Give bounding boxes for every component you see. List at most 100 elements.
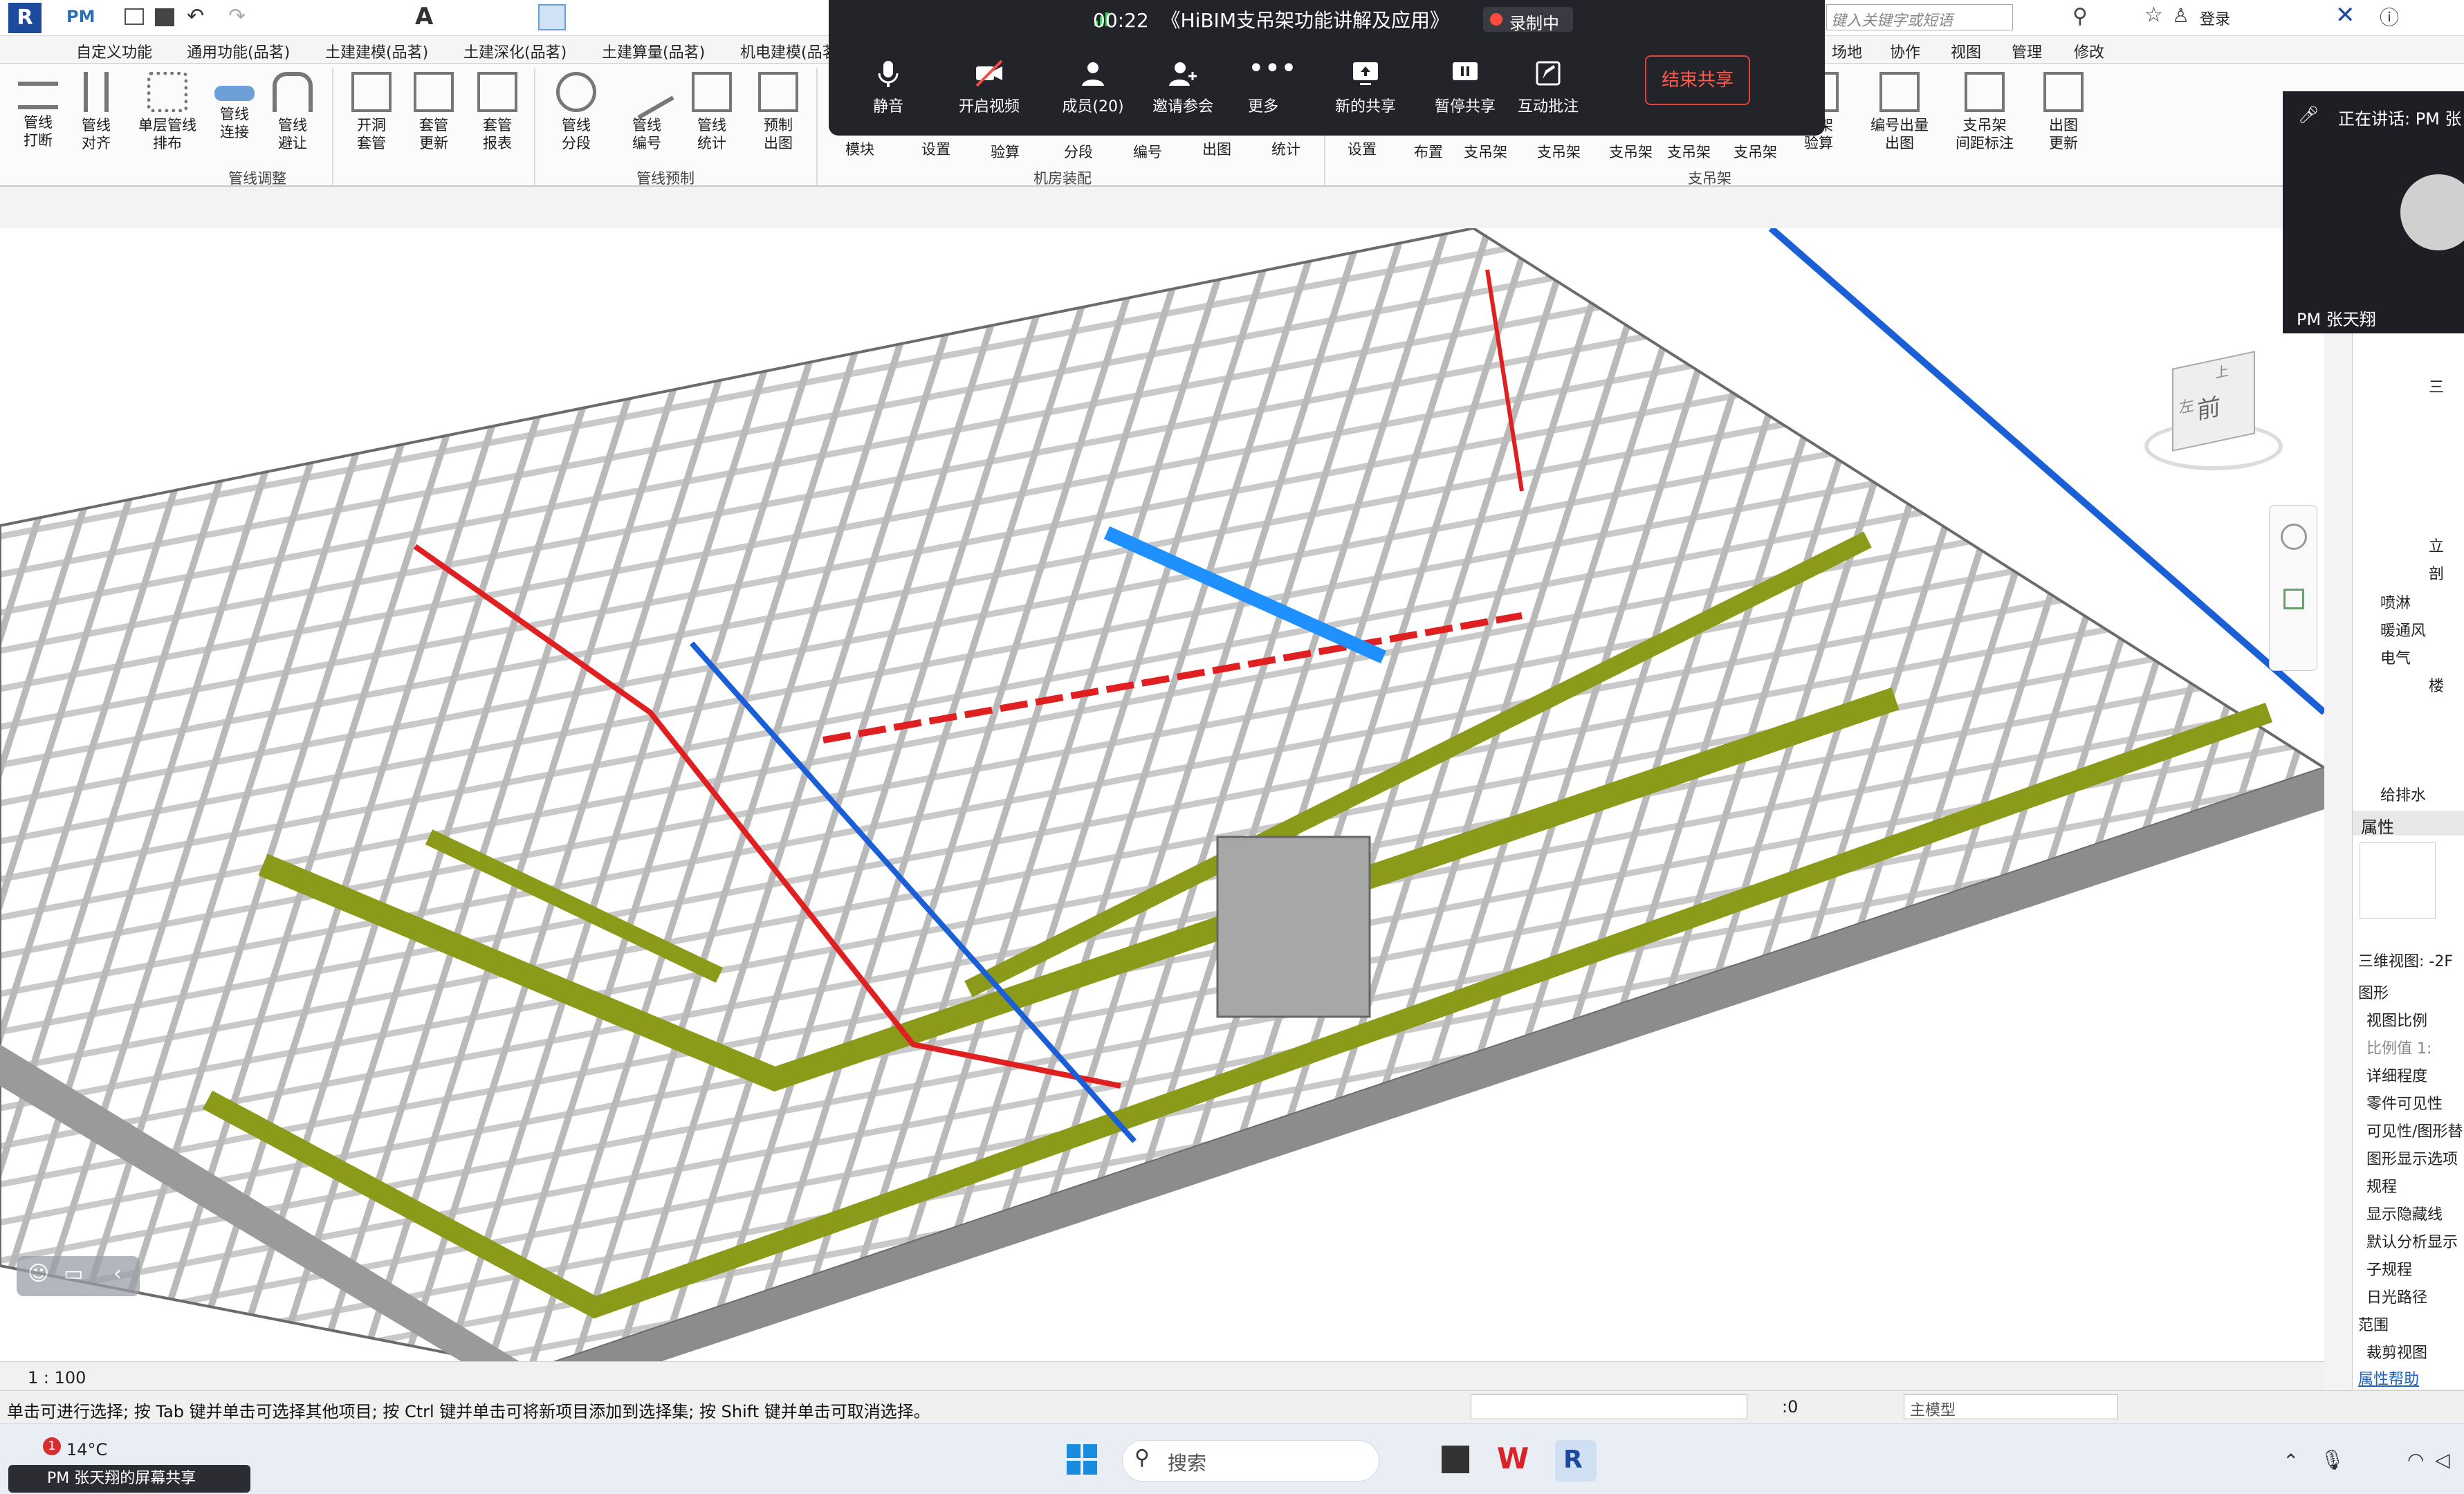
end-share-button[interactable]: 结束共享 bbox=[1645, 55, 1750, 105]
segment-button[interactable]: 分段 bbox=[1064, 141, 1093, 162]
new-share-button[interactable]: 新的共享 bbox=[1317, 58, 1414, 116]
pipe-align-button[interactable]: 管线 对齐 bbox=[66, 69, 126, 166]
mute-button[interactable]: 静音 bbox=[840, 58, 937, 116]
steering-wheel-icon[interactable] bbox=[2281, 524, 2307, 550]
mic-tray-icon[interactable]: 🎙︎ bbox=[2320, 1448, 2345, 1471]
windows-start-icon[interactable] bbox=[1065, 1443, 1098, 1476]
pipe-number-button[interactable]: 管线 编号 bbox=[617, 64, 677, 166]
single-layer-layout-button[interactable]: 单层管线 排布 bbox=[131, 69, 203, 166]
number-button[interactable]: 编号 bbox=[1133, 141, 1162, 162]
binoculars-icon[interactable]: ⚲ bbox=[2072, 4, 2088, 28]
hanger-3-button[interactable]: 支吊架 bbox=[1609, 141, 1653, 162]
browser-item-elevations[interactable]: 立 bbox=[2429, 534, 2444, 556]
weather-widget[interactable]: 14°C bbox=[66, 1440, 107, 1459]
hanger-2-button[interactable]: 支吊架 bbox=[1537, 141, 1581, 162]
prop-visibility-graphics[interactable]: 可见性/图形替 bbox=[2366, 1119, 2463, 1141]
design-option-dropdown[interactable]: 主模型 bbox=[1904, 1394, 2118, 1419]
autodesk-x-icon[interactable]: ✕ bbox=[2335, 1, 2355, 29]
zoom-icon[interactable] bbox=[2283, 589, 2304, 609]
recording-badge[interactable]: 录制中 bbox=[1483, 7, 1573, 33]
tab-mep-modeling[interactable]: 机电建模(品茗) bbox=[740, 40, 843, 62]
open-icon[interactable] bbox=[125, 8, 144, 25]
view-scale[interactable]: 1 : 100 bbox=[28, 1368, 86, 1387]
hanger-layout-button[interactable]: 布置 bbox=[1414, 141, 1443, 162]
pipe-statistics-button[interactable]: 管线 统计 bbox=[682, 69, 742, 166]
quick-access-pm[interactable]: PM bbox=[66, 7, 95, 26]
view-cube[interactable]: 前 左 上 bbox=[2124, 346, 2290, 484]
text-icon[interactable]: A bbox=[415, 3, 433, 30]
hanger-5-button[interactable]: 支吊架 bbox=[1734, 141, 1777, 162]
login-link[interactable]: 登录 bbox=[2200, 7, 2230, 29]
wps-icon[interactable]: W bbox=[1497, 1441, 1529, 1475]
taskbar-search[interactable] bbox=[1122, 1440, 1379, 1482]
tab-general[interactable]: 通用功能(品茗) bbox=[187, 40, 290, 62]
tab-modify[interactable]: 修改 bbox=[2074, 40, 2104, 62]
prefab-drawing-button[interactable]: 预制 出图 bbox=[748, 69, 808, 166]
3d-viewport[interactable]: 前 左 上 ☺ ▭ ‹ bbox=[0, 228, 2324, 1370]
save-icon[interactable] bbox=[155, 8, 174, 26]
sleeve-report-button[interactable]: 套管 报表 bbox=[468, 69, 527, 166]
pipe-avoid-button[interactable]: 管线 避让 bbox=[263, 69, 322, 166]
statistics-button[interactable]: 统计 bbox=[1271, 138, 1300, 159]
browser-item-hvac[interactable]: 暖通风 bbox=[2380, 618, 2426, 640]
hanger-1-button[interactable]: 支吊架 bbox=[1464, 141, 1507, 162]
drawing-update-button[interactable]: 出图 更新 bbox=[2034, 69, 2093, 166]
switch-windows-icon[interactable] bbox=[538, 4, 566, 30]
collapse-icon[interactable]: ‹ bbox=[113, 1262, 122, 1286]
pipe-connect-button[interactable]: 管线 连接 bbox=[205, 69, 264, 166]
annotate-button[interactable]: 互动批注 bbox=[1500, 58, 1597, 116]
tab-manage[interactable]: 管理 bbox=[2012, 40, 2042, 62]
hanger-settings-button[interactable]: 设置 bbox=[1348, 138, 1377, 159]
screen-share-pill[interactable]: PM 张天翔的屏幕共享 bbox=[8, 1465, 250, 1493]
chat-icon[interactable]: ▭ bbox=[64, 1262, 83, 1286]
sleeve-update-button[interactable]: 套管 更新 bbox=[404, 69, 463, 166]
revit-logo-icon[interactable]: R bbox=[8, 3, 42, 33]
workset-dropdown[interactable] bbox=[1471, 1394, 1747, 1419]
redo-icon[interactable]: ↷ bbox=[228, 4, 246, 28]
chat-overlay[interactable]: ☺ ▭ ‹ bbox=[17, 1256, 140, 1296]
tab-custom[interactable]: 自定义功能 bbox=[76, 40, 152, 62]
undo-icon[interactable]: ↶ bbox=[187, 4, 204, 28]
pause-share-button[interactable]: 暂停共享 bbox=[1417, 58, 1514, 116]
settings-button[interactable]: 设置 bbox=[921, 138, 950, 159]
browser-item-plumbing[interactable]: 给排水 bbox=[2380, 783, 2426, 805]
task-view-icon[interactable] bbox=[1442, 1446, 1469, 1473]
pipe-segment-button[interactable]: 管线 分段 bbox=[546, 69, 606, 166]
tab-civil-detailing[interactable]: 土建深化(品茗) bbox=[463, 40, 567, 62]
hanger-spacing-label-button[interactable]: 支吊架 间距标注 bbox=[1945, 69, 2024, 166]
help-icon[interactable]: ⓘ bbox=[2380, 3, 2399, 30]
browser-item-floor[interactable]: 楼 bbox=[2429, 674, 2444, 696]
user-icon[interactable]: ♙ bbox=[2172, 4, 2189, 27]
star-icon[interactable]: ☆ bbox=[2144, 3, 2163, 27]
tab-site[interactable]: 场地 bbox=[1832, 40, 1862, 62]
type-selector-icon[interactable] bbox=[2360, 842, 2436, 919]
more-button[interactable]: ••• 更多 bbox=[1215, 55, 1312, 116]
tab-civil-modeling[interactable]: 土建建模(品茗) bbox=[325, 40, 428, 62]
browser-item-electrical[interactable]: 电气 bbox=[2380, 646, 2411, 668]
pipe-break-button[interactable]: 管线 打断 bbox=[8, 69, 68, 166]
drawing-button[interactable]: 出图 bbox=[1202, 138, 1231, 159]
members-button[interactable]: 成员(20) bbox=[1045, 58, 1141, 116]
start-video-button[interactable]: 开启视频 bbox=[941, 58, 1038, 116]
open-sleeve-button[interactable]: 开洞 套管 bbox=[342, 69, 401, 166]
tab-civil-quantity[interactable]: 土建算量(品茗) bbox=[602, 40, 705, 62]
revit-taskbar-icon[interactable]: R bbox=[1555, 1440, 1597, 1482]
prop-graphic-display[interactable]: 图形显示选项 bbox=[2366, 1147, 2458, 1169]
volume-icon[interactable]: ◁ bbox=[2435, 1448, 2450, 1471]
chevron-up-icon[interactable]: ⌃ bbox=[2283, 1450, 2299, 1473]
help-search-input[interactable]: 键入关键字或短语 bbox=[1826, 4, 2013, 30]
browser-item-3d[interactable]: 三 bbox=[2429, 375, 2444, 397]
properties-help-link[interactable]: 属性帮助 bbox=[2358, 1367, 2419, 1389]
number-quantity-drawing-button[interactable]: 编号出量 出图 bbox=[1862, 69, 1937, 166]
browser-item-sprinkler[interactable]: 喷淋 bbox=[2380, 591, 2411, 613]
emoji-icon[interactable]: ☺ bbox=[28, 1262, 49, 1286]
tab-collaborate[interactable]: 协作 bbox=[1890, 40, 1920, 62]
tab-view[interactable]: 视图 bbox=[1951, 40, 1981, 62]
view-type-selector[interactable]: 三维视图: -2F bbox=[2358, 949, 2453, 971]
check-button[interactable]: 验算 bbox=[991, 141, 1020, 162]
cube-face[interactable]: 前 左 上 bbox=[2172, 351, 2255, 452]
browser-item-sections[interactable]: 剖 bbox=[2429, 562, 2444, 584]
hanger-4-button[interactable]: 支吊架 bbox=[1667, 141, 1711, 162]
wifi-icon[interactable]: ◠ bbox=[2407, 1448, 2424, 1471]
module-button[interactable]: 模块 bbox=[845, 138, 874, 159]
